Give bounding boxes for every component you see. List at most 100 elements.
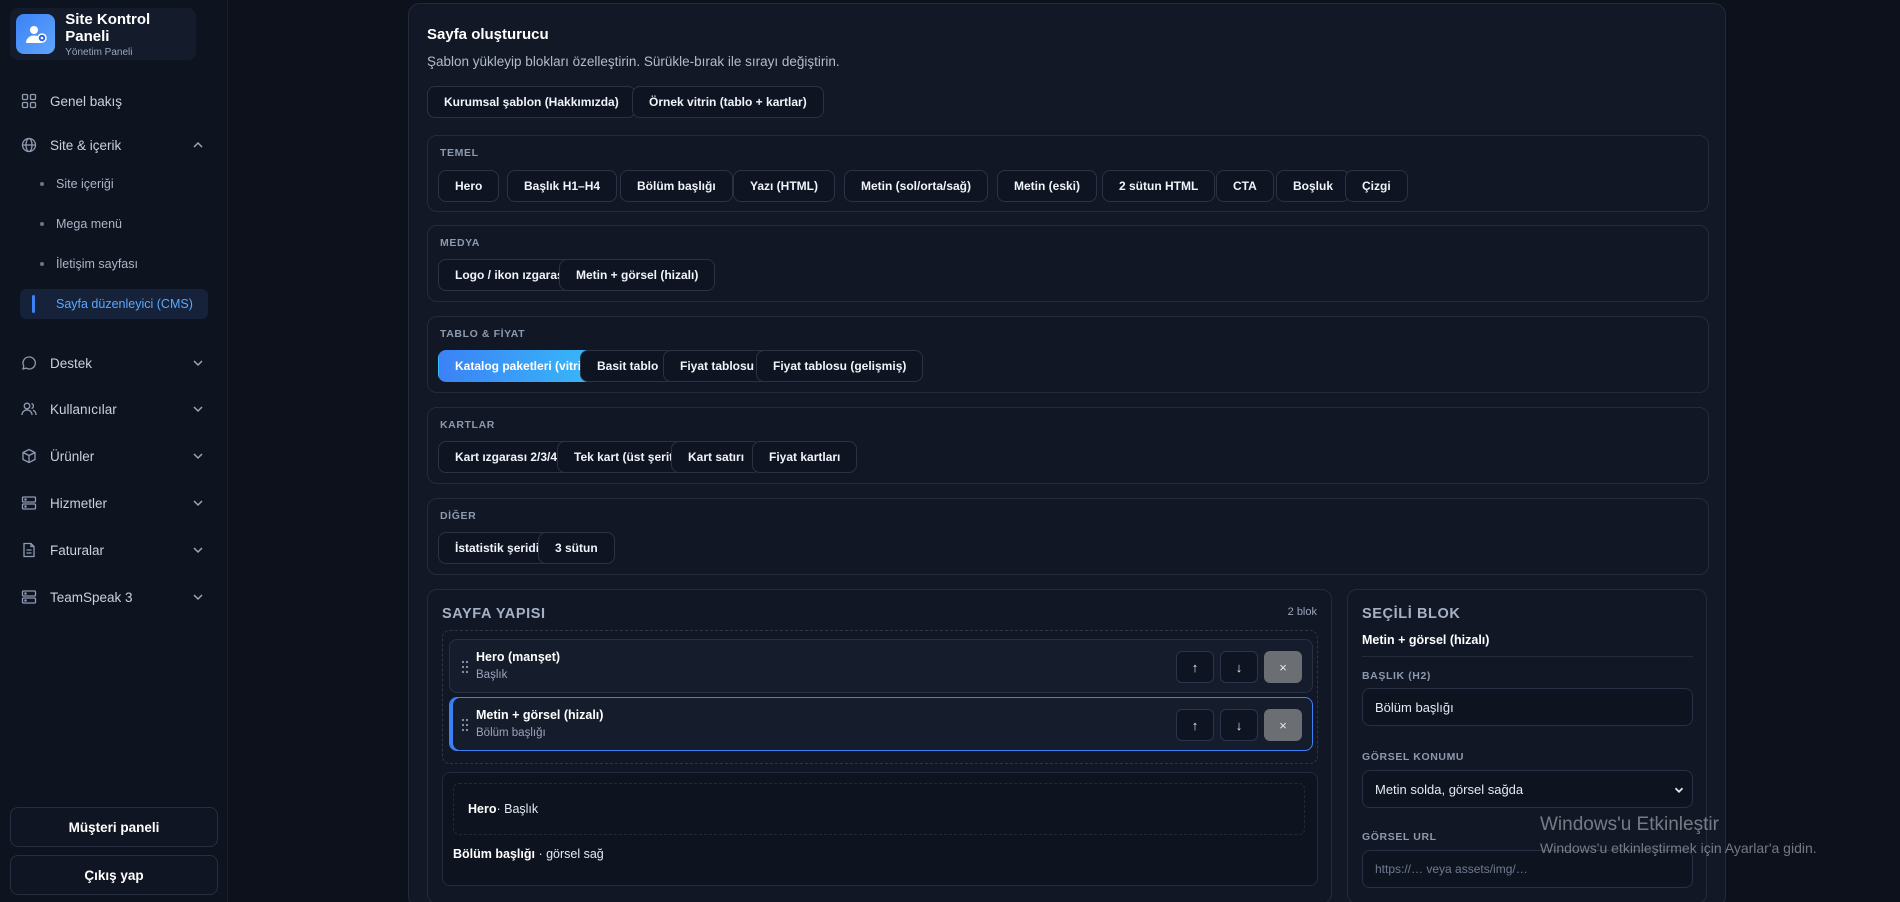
image-position-select[interactable]: Metin solda, görsel sağda <box>1362 770 1693 808</box>
heading-input[interactable]: Bölüm başlığı <box>1362 688 1693 726</box>
page-title: Sayfa oluşturucu <box>427 26 549 43</box>
add-price-table-button[interactable]: Fiyat tablosu <box>663 350 772 382</box>
preview-hero: Hero · Başlık <box>453 783 1305 835</box>
sidebar-item-label: TeamSpeak 3 <box>50 589 133 605</box>
add-spacer-button[interactable]: Boşluk <box>1276 170 1351 202</box>
arrow-down-icon: ↓ <box>1235 717 1243 733</box>
block-category-other: DİĞER İstatistik şeridi 3 sütun <box>427 498 1709 575</box>
add-advanced-price-table-button[interactable]: Fiyat tablosu (gelişmiş) <box>756 350 924 382</box>
sidebar-item-label: Kullanıcılar <box>50 401 117 417</box>
drag-handle-icon[interactable] <box>460 718 470 732</box>
sidebar-item-label: Faturalar <box>50 542 105 558</box>
preview-text-image: Bölüm başlığı · görsel sağ <box>453 847 604 861</box>
brand-title: Site Kontrol Paneli <box>65 10 151 45</box>
sidebar-item-label: Genel bakış <box>50 93 123 109</box>
delete-block-button[interactable]: × <box>1264 651 1302 683</box>
add-simple-table-button[interactable]: Basit tablo <box>580 350 676 382</box>
section-label: DİĞER <box>440 510 477 522</box>
sidebar-item-products[interactable]: Ürünler <box>10 439 216 473</box>
page-structure-title: SAYFA YAPISI <box>442 606 546 622</box>
block-item-text-image[interactable]: Metin + görsel (hizalı) Bölüm başlığı ↑ … <box>449 697 1313 751</box>
add-cta-button[interactable]: CTA <box>1216 170 1274 202</box>
block-subtitle: Bölüm başlığı <box>476 727 546 739</box>
block-category-table-price: TABLO & FİYAT Katalog paketleri (vitrin)… <box>427 316 1709 393</box>
block-title: Metin + görsel (hizalı) <box>476 708 604 722</box>
server-icon <box>20 494 38 512</box>
add-two-column-button[interactable]: 2 sütun HTML <box>1102 170 1216 202</box>
add-three-column-button[interactable]: 3 sütun <box>538 532 615 564</box>
block-subtitle: Başlık <box>476 669 508 681</box>
add-price-cards-button[interactable]: Fiyat kartları <box>752 441 858 473</box>
close-icon: × <box>1279 717 1287 733</box>
users-icon <box>20 400 38 418</box>
block-title: Hero (manşet) <box>476 650 561 664</box>
add-divider-button[interactable]: Çizgi <box>1345 170 1408 202</box>
block-item-hero[interactable]: Hero (manşet) Başlık ↑ ↓ × <box>449 639 1313 693</box>
add-hero-button[interactable]: Hero <box>438 170 500 202</box>
add-html-text-button[interactable]: Yazı (HTML) <box>733 170 835 202</box>
sidebar-item-teamspeak[interactable]: TeamSpeak 3 <box>10 580 216 614</box>
add-section-heading-button[interactable]: Bölüm başlığı <box>620 170 733 202</box>
add-text-image-button[interactable]: Metin + görsel (hizalı) <box>559 259 716 291</box>
brand[interactable]: Site Kontrol Paneli Yönetim Paneli <box>10 8 196 60</box>
divider <box>1362 656 1693 657</box>
chevron-down-icon <box>1674 787 1684 793</box>
sidebar-subitem-mega-menu[interactable]: Mega menü <box>20 209 208 239</box>
chevron-down-icon <box>193 594 203 601</box>
sidebar-item-users[interactable]: Kullanıcılar <box>10 392 216 426</box>
sidebar-item-label: Ürünler <box>50 448 95 464</box>
sidebar-item-invoices[interactable]: Faturalar <box>10 533 216 567</box>
customer-panel-button[interactable]: Müşteri paneli <box>10 807 218 847</box>
page-subtitle: Şablon yükleyip blokları özelleştirin. S… <box>427 54 840 69</box>
preview-section-text: · görsel sağ <box>538 847 604 861</box>
section-label: TABLO & FİYAT <box>440 328 526 340</box>
template-corporate-button[interactable]: Kurumsal şablon (Hakkımızda) <box>427 86 636 118</box>
selected-block-name: Metin + görsel (hizalı) <box>1362 633 1490 647</box>
sidebar-item-site-content[interactable]: Site & içerik <box>10 128 216 162</box>
add-card-grid-button[interactable]: Kart ızgarası 2/3/4 <box>438 441 575 473</box>
delete-block-button[interactable]: × <box>1264 709 1302 741</box>
block-drop-zone[interactable]: Hero (manşet) Başlık ↑ ↓ × Metin + görse… <box>442 630 1318 764</box>
chevron-down-icon <box>193 547 203 554</box>
move-up-button[interactable]: ↑ <box>1176 709 1214 741</box>
page-builder-card: Sayfa oluşturucu Şablon yükleyip bloklar… <box>408 3 1726 902</box>
section-label: TEMEL <box>440 147 479 159</box>
server-icon <box>20 588 38 606</box>
chevron-up-icon <box>193 141 203 148</box>
sidebar-subitem-site-content[interactable]: Site içeriği <box>20 169 208 199</box>
chat-icon <box>20 354 38 372</box>
drag-handle-icon[interactable] <box>460 660 470 674</box>
sidebar-item-services[interactable]: Hizmetler <box>10 486 216 520</box>
page-preview: Hero · Başlık Bölüm başlığı · görsel sağ <box>442 772 1318 886</box>
sidebar: Site Kontrol Paneli Yönetim Paneli Genel… <box>0 0 228 902</box>
heading-field-label: BAŞLIK (H2) <box>1362 670 1432 682</box>
box-icon <box>20 447 38 465</box>
grid-icon <box>20 92 38 110</box>
move-up-button[interactable]: ↑ <box>1176 651 1214 683</box>
sidebar-subitem-cms[interactable]: Sayfa düzenleyici (CMS) <box>20 289 208 319</box>
sidebar-item-overview[interactable]: Genel bakış <box>10 84 216 118</box>
logout-button[interactable]: Çıkış yap <box>10 855 218 895</box>
chevron-down-icon <box>193 500 203 507</box>
template-showcase-button[interactable]: Örnek vitrin (tablo + kartlar) <box>632 86 824 118</box>
close-icon: × <box>1279 659 1287 675</box>
add-aligned-text-button[interactable]: Metin (sol/orta/sağ) <box>844 170 989 202</box>
add-heading-button[interactable]: Başlık H1–H4 <box>507 170 618 202</box>
sidebar-subitem-label: Sayfa düzenleyici (CMS) <box>56 297 193 311</box>
sidebar-item-label: Hizmetler <box>50 495 108 511</box>
sidebar-subitem-label: Mega menü <box>56 217 123 231</box>
chevron-down-icon <box>193 453 203 460</box>
move-down-button[interactable]: ↓ <box>1220 651 1258 683</box>
add-card-row-button[interactable]: Kart satırı <box>671 441 762 473</box>
section-label: MEDYA <box>440 237 480 249</box>
windows-activation-watermark: Windows'u Etkinleştir Windows'u etkinleş… <box>1540 814 1817 856</box>
chevron-down-icon <box>193 360 203 367</box>
block-category-cards: KARTLAR Kart ızgarası 2/3/4 Tek kart (üs… <box>427 407 1709 484</box>
brand-subtitle: Yönetim Paneli <box>65 46 133 58</box>
preview-hero-label: Hero <box>468 802 497 816</box>
add-legacy-text-button[interactable]: Metin (eski) <box>997 170 1098 202</box>
sidebar-subitem-contact-page[interactable]: İletişim sayfası <box>20 249 208 279</box>
arrow-up-icon: ↑ <box>1191 659 1199 675</box>
sidebar-item-support[interactable]: Destek <box>10 346 216 380</box>
move-down-button[interactable]: ↓ <box>1220 709 1258 741</box>
